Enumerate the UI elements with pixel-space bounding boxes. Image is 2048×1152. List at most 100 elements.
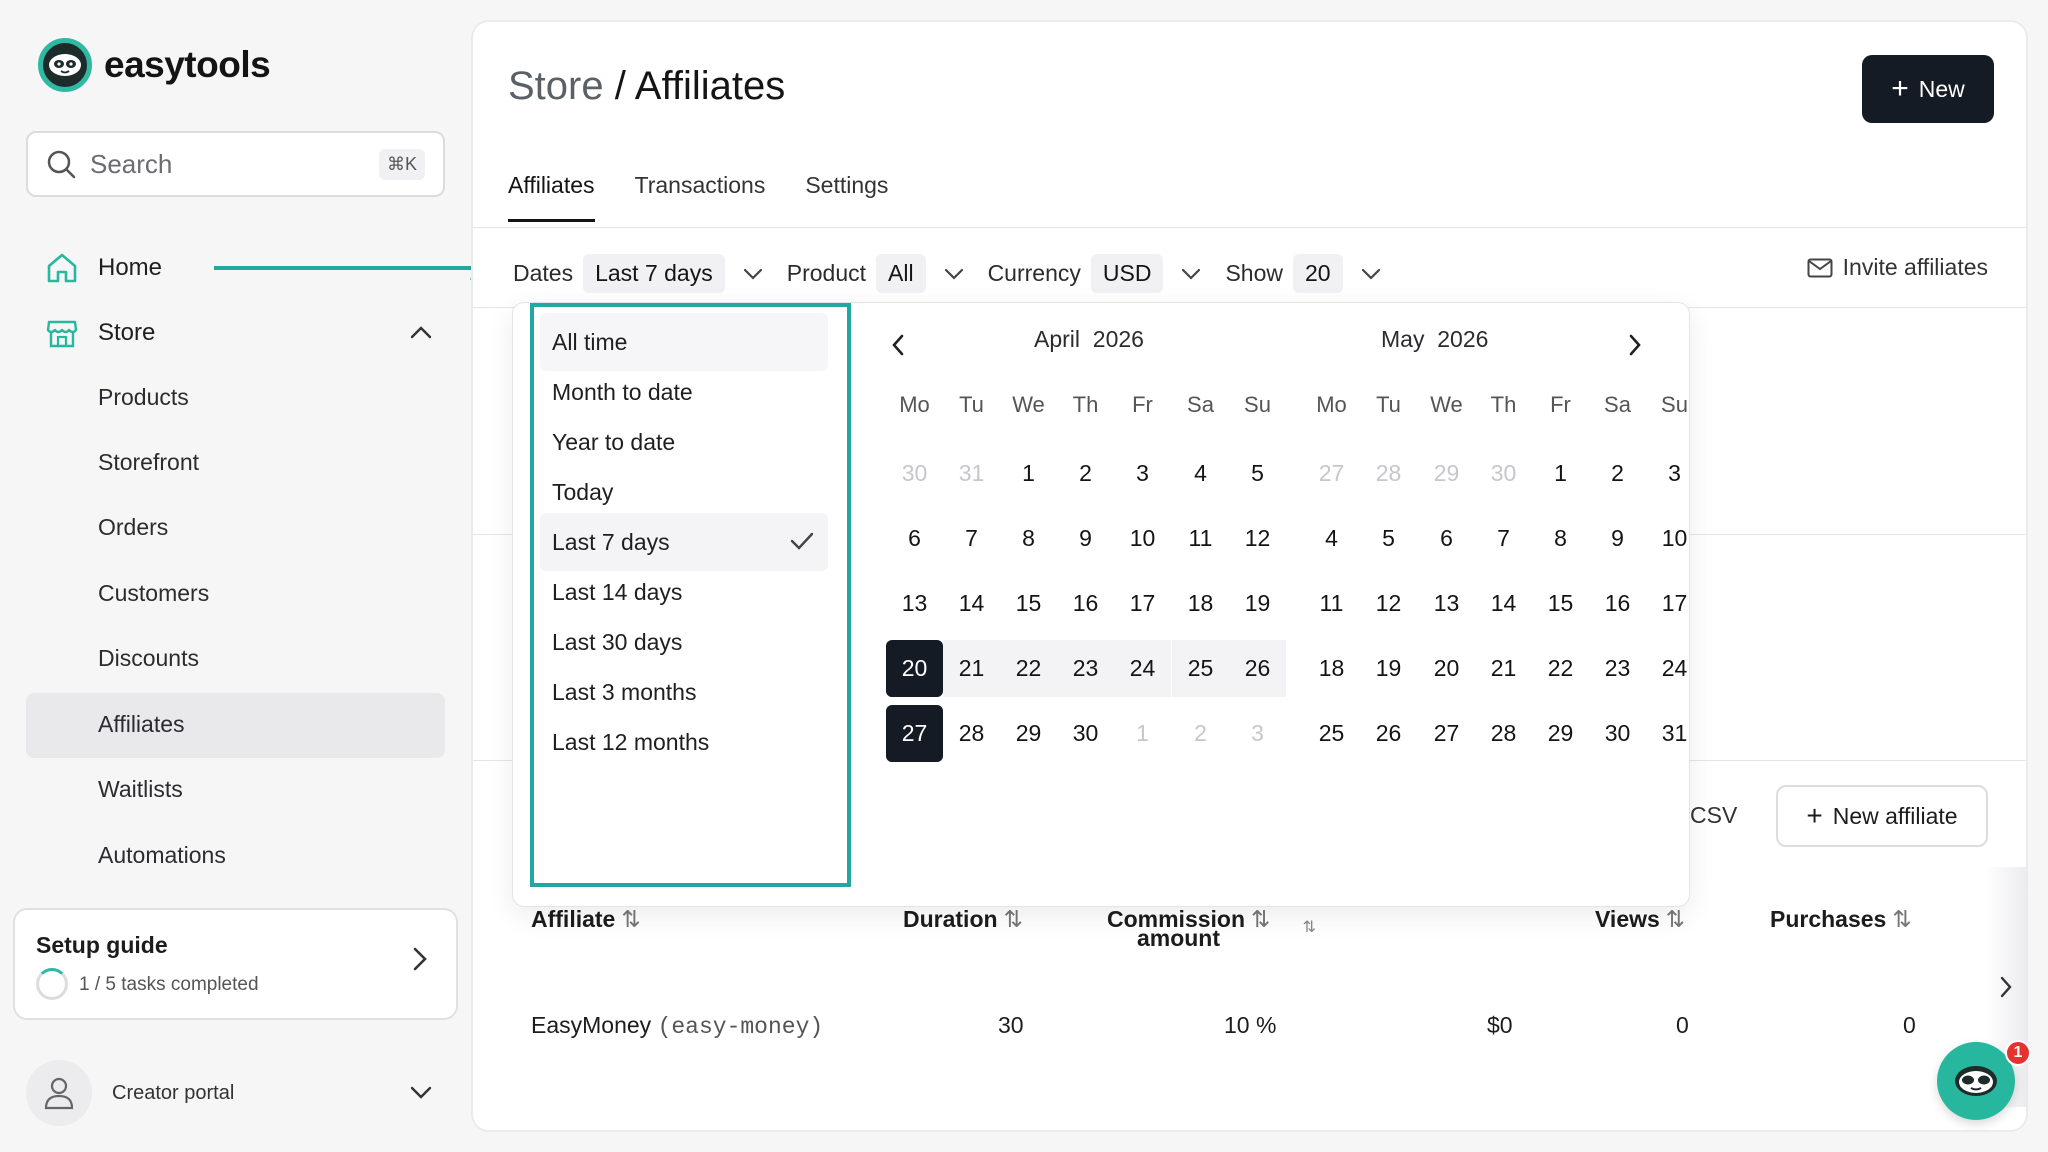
sidebar-item-affiliates[interactable]: Affiliates xyxy=(98,711,185,738)
calendar-day[interactable]: 27 xyxy=(886,705,943,762)
tab-settings[interactable]: Settings xyxy=(805,172,888,222)
calendar-day[interactable]: 22 xyxy=(1532,640,1589,697)
calendar-day[interactable]: 19 xyxy=(1229,575,1286,632)
calendar-day[interactable]: 9 xyxy=(1589,510,1646,567)
creator-portal-switcher[interactable]: Creator portal xyxy=(26,1060,446,1126)
calendar-day[interactable]: 1 xyxy=(1532,445,1589,502)
export-csv-button[interactable]: CSV xyxy=(1690,802,1737,829)
calendar-day[interactable]: 23 xyxy=(1057,640,1114,697)
sort-icon[interactable]: ⇅ xyxy=(1303,912,1316,944)
sort-icon[interactable]: ⇅ xyxy=(1892,906,1911,932)
calendar-day[interactable]: 20 xyxy=(886,640,943,697)
calendar-day[interactable]: 7 xyxy=(1475,510,1532,567)
sidebar-item-discounts[interactable]: Discounts xyxy=(98,645,199,672)
calendar-day[interactable]: 26 xyxy=(1360,705,1417,762)
calendar-day[interactable]: 15 xyxy=(1532,575,1589,632)
new-button[interactable]: + New xyxy=(1862,55,1994,123)
product-filter-select[interactable]: All xyxy=(876,254,926,293)
calendar-day[interactable]: 10 xyxy=(1646,510,1703,567)
next-month-chevron-icon[interactable] xyxy=(1625,330,1645,360)
calendar-day[interactable]: 30 xyxy=(886,445,943,502)
calendar-day[interactable]: 27 xyxy=(1303,445,1360,502)
calendar-day[interactable]: 24 xyxy=(1646,640,1703,697)
calendar-day[interactable]: 27 xyxy=(1418,705,1475,762)
column-header-duration[interactable]: Duration ⇅ xyxy=(903,906,1023,933)
calendar-day[interactable]: 15 xyxy=(1000,575,1057,632)
calendar-day[interactable]: 6 xyxy=(1418,510,1475,567)
calendar-day[interactable]: 14 xyxy=(1475,575,1532,632)
logo[interactable]: easytools xyxy=(38,38,271,92)
sidebar-item-home[interactable]: Home xyxy=(42,248,162,288)
show-filter-select[interactable]: 20 xyxy=(1292,254,1343,293)
calendar-day[interactable]: 21 xyxy=(943,640,1000,697)
chevron-down-icon[interactable] xyxy=(944,268,964,280)
calendar-day[interactable]: 8 xyxy=(1532,510,1589,567)
calendar-day[interactable]: 5 xyxy=(1360,510,1417,567)
chevron-down-icon[interactable] xyxy=(1361,268,1381,280)
new-affiliate-button[interactable]: + New affiliate xyxy=(1776,785,1988,847)
calendar-day[interactable]: 25 xyxy=(1172,640,1229,697)
calendar-day[interactable]: 29 xyxy=(1418,445,1475,502)
calendar-day[interactable]: 20 xyxy=(1418,640,1475,697)
column-header-commission-amount[interactable]: amount ⇅ xyxy=(1091,919,1316,954)
sort-icon[interactable]: ⇅ xyxy=(1666,906,1685,932)
calendar-day[interactable]: 30 xyxy=(1475,445,1532,502)
calendar-day[interactable]: 9 xyxy=(1057,510,1114,567)
preset-last-12-months[interactable]: Last 12 months xyxy=(540,713,828,771)
setup-guide-card[interactable]: Setup guide 1 / 5 tasks completed xyxy=(13,908,458,1020)
calendar-day[interactable]: 13 xyxy=(886,575,943,632)
calendar-day[interactable]: 23 xyxy=(1589,640,1646,697)
chat-widget-button[interactable] xyxy=(1937,1042,2015,1120)
calendar-day[interactable]: 16 xyxy=(1057,575,1114,632)
calendar-day[interactable]: 30 xyxy=(1057,705,1114,762)
calendar-day[interactable]: 5 xyxy=(1229,445,1286,502)
calendar-day[interactable]: 3 xyxy=(1646,445,1703,502)
chevron-down-icon[interactable] xyxy=(1181,268,1201,280)
calendar-day[interactable]: 26 xyxy=(1229,640,1286,697)
calendar-day[interactable]: 1 xyxy=(1114,705,1171,762)
search-input[interactable]: Search ⌘K xyxy=(26,131,445,197)
calendar-day[interactable]: 1 xyxy=(1000,445,1057,502)
calendar-day[interactable]: 4 xyxy=(1303,510,1360,567)
sidebar-item-customers[interactable]: Customers xyxy=(98,580,209,607)
tab-affiliates[interactable]: Affiliates xyxy=(508,172,595,222)
calendar-day[interactable]: 3 xyxy=(1114,445,1171,502)
column-header-purchases[interactable]: Purchases ⇅ xyxy=(1770,906,1912,933)
column-header-affiliate[interactable]: Affiliate ⇅ xyxy=(531,906,641,933)
sidebar-item-automations[interactable]: Automations xyxy=(98,842,226,869)
calendar-day[interactable]: 2 xyxy=(1589,445,1646,502)
chevron-down-icon[interactable] xyxy=(743,268,763,280)
calendar-day[interactable]: 4 xyxy=(1172,445,1229,502)
calendar-day[interactable]: 11 xyxy=(1172,510,1229,567)
sidebar-item-products[interactable]: Products xyxy=(98,384,189,411)
calendar-day[interactable]: 6 xyxy=(886,510,943,567)
invite-affiliates-button[interactable]: Invite affiliates xyxy=(1807,254,1988,281)
calendar-day[interactable]: 25 xyxy=(1303,705,1360,762)
calendar-day[interactable]: 24 xyxy=(1114,640,1171,697)
calendar-day[interactable]: 11 xyxy=(1303,575,1360,632)
calendar-day[interactable]: 21 xyxy=(1475,640,1532,697)
calendar-day[interactable]: 13 xyxy=(1418,575,1475,632)
sidebar-item-storefront[interactable]: Storefront xyxy=(98,449,199,476)
sidebar-item-waitlists[interactable]: Waitlists xyxy=(98,776,183,803)
calendar-day[interactable]: 16 xyxy=(1589,575,1646,632)
calendar-day[interactable]: 2 xyxy=(1057,445,1114,502)
sidebar-item-store[interactable]: Store xyxy=(42,313,432,353)
calendar-day[interactable]: 31 xyxy=(1646,705,1703,762)
calendar-day[interactable]: 10 xyxy=(1114,510,1171,567)
prev-month-chevron-icon[interactable] xyxy=(888,330,908,360)
calendar-day[interactable]: 29 xyxy=(1532,705,1589,762)
breadcrumb-parent[interactable]: Store xyxy=(508,64,604,108)
calendar-day[interactable]: 22 xyxy=(1000,640,1057,697)
calendar-day[interactable]: 17 xyxy=(1646,575,1703,632)
calendar-day[interactable]: 19 xyxy=(1360,640,1417,697)
tab-transactions[interactable]: Transactions xyxy=(635,172,766,222)
calendar-day[interactable]: 28 xyxy=(1475,705,1532,762)
calendar-day[interactable]: 17 xyxy=(1114,575,1171,632)
dates-filter-select[interactable]: Last 7 days xyxy=(583,254,725,293)
calendar-day[interactable]: 8 xyxy=(1000,510,1057,567)
sort-icon[interactable]: ⇅ xyxy=(1004,906,1023,932)
calendar-day[interactable]: 12 xyxy=(1360,575,1417,632)
calendar-day[interactable]: 28 xyxy=(1360,445,1417,502)
calendar-day[interactable]: 2 xyxy=(1172,705,1229,762)
